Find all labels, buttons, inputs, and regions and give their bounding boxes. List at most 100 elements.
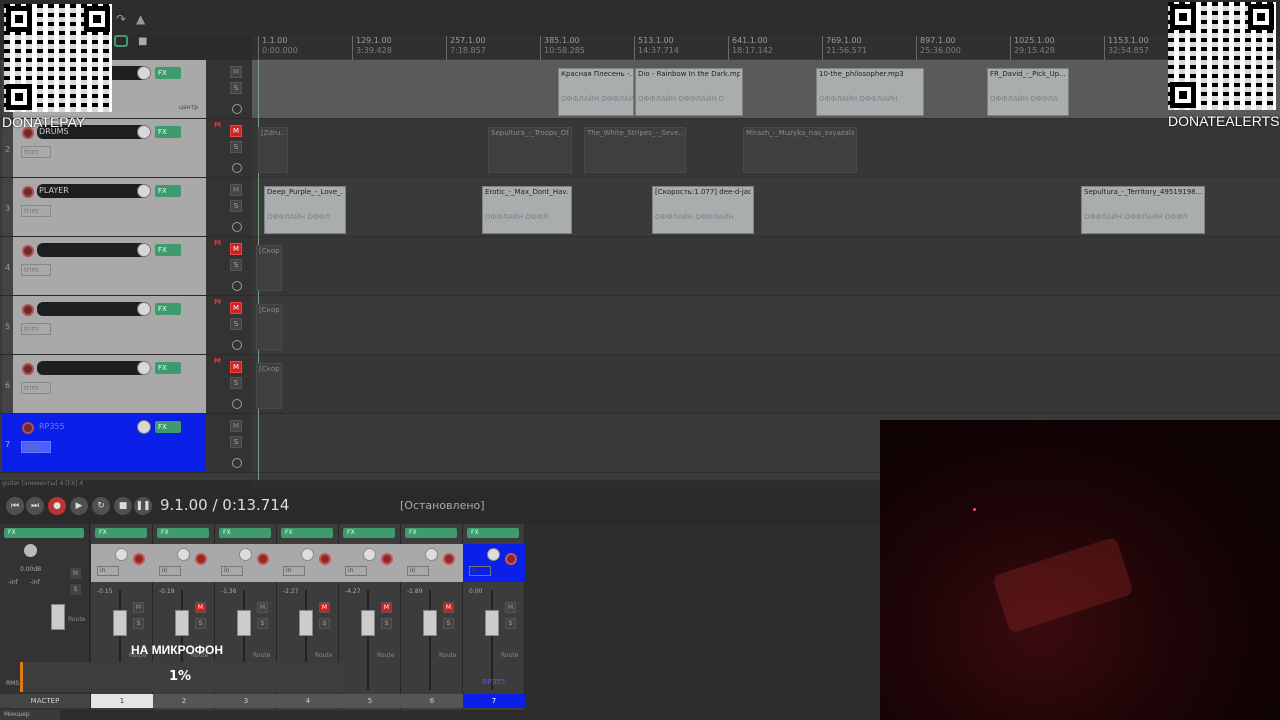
trim-button[interactable]: trim <box>21 146 51 158</box>
strip-record-arm-button[interactable] <box>195 553 207 565</box>
input-selector[interactable]: in <box>97 566 119 576</box>
route-button[interactable]: Route <box>501 652 518 659</box>
volume-fader[interactable] <box>237 610 251 636</box>
phase-icon[interactable] <box>232 222 242 232</box>
go-end-button[interactable]: ⏭ <box>26 497 44 515</box>
strip-solo-button[interactable]: S <box>133 618 144 629</box>
play-button[interactable]: ▶ <box>70 497 88 515</box>
volume-knob[interactable] <box>137 125 151 139</box>
strip-solo-button[interactable]: S <box>443 618 454 629</box>
trim-button[interactable]: trim <box>21 264 51 276</box>
input-selector[interactable]: in <box>283 566 305 576</box>
input-selector[interactable]: in <box>345 566 367 576</box>
fx-button[interactable]: FX <box>155 362 181 374</box>
volume-fader[interactable] <box>113 610 127 636</box>
mute-button[interactable]: M <box>230 420 242 432</box>
strip-fx-button[interactable]: FX <box>281 528 333 538</box>
media-item[interactable]: Красная Плесень -... ОФФЛАЙН ОФФЛАЙН <box>558 68 639 116</box>
phase-icon[interactable] <box>232 104 242 114</box>
pan-knob[interactable] <box>177 548 190 561</box>
fx-button[interactable]: FX <box>155 67 181 79</box>
strip-record-arm-button[interactable] <box>443 553 455 565</box>
phase-icon[interactable] <box>232 340 242 350</box>
master-mute-button[interactable]: M <box>70 568 81 579</box>
lock-icon[interactable]: ■ <box>138 36 147 47</box>
fx-button[interactable]: FX <box>155 185 181 197</box>
record-button[interactable]: ● <box>48 497 66 515</box>
volume-fader[interactable] <box>175 610 189 636</box>
strip-number[interactable]: 2 <box>153 694 215 708</box>
trim-button[interactable]: trim <box>21 382 51 394</box>
volume-fader[interactable] <box>299 610 313 636</box>
track-6[interactable]: 6 FX trim M M S <box>0 355 252 414</box>
volume-knob[interactable] <box>137 361 151 375</box>
strip-mute-button[interactable]: M <box>505 602 516 613</box>
media-item[interactable]: FR_David_-_Pick_Up... ОФФЛАЙН ОФФЛА <box>987 68 1069 116</box>
strip-number[interactable]: 1 <box>91 694 153 708</box>
strip-number[interactable]: 3 <box>215 694 277 708</box>
fx-button[interactable]: FX <box>155 421 181 433</box>
master-route-label[interactable]: Route <box>68 616 85 623</box>
solo-button[interactable]: S <box>230 259 242 271</box>
strip-number[interactable]: 7 <box>463 694 525 708</box>
fx-button[interactable]: FX <box>155 126 181 138</box>
input-selector[interactable]: in <box>159 566 181 576</box>
media-item[interactable]: 10-the_philosopher.mp3 ОФФЛАЙН ОФФЛАЙН <box>816 68 924 116</box>
strip-fx-button[interactable]: FX <box>219 528 271 538</box>
track-panel[interactable]: FX trim <box>13 237 206 295</box>
pan-knob[interactable] <box>239 548 252 561</box>
timeline-ruler[interactable]: 1.1.00 0:00.000 129.1.00 3:39.428 257.1.00 7:… <box>252 36 1280 60</box>
mute-button[interactable]: M <box>230 66 242 78</box>
mute-button[interactable]: M <box>230 302 242 314</box>
volume-knob[interactable] <box>137 66 151 80</box>
volume-knob[interactable] <box>137 302 151 316</box>
media-item[interactable]: Erotic_-_Max_Dont_Hav... ОФФЛАЙН ОФФЛ <box>482 186 572 234</box>
track-name[interactable] <box>37 243 149 257</box>
strip-fx-button[interactable]: FX <box>405 528 457 538</box>
repeat-button[interactable]: ↻ <box>92 497 110 515</box>
strip-number[interactable]: 4 <box>277 694 339 708</box>
input-selector[interactable]: in <box>407 566 429 576</box>
volume-knob[interactable] <box>137 184 151 198</box>
media-item[interactable]: [Скорость:1.077] dee-d-jac... ОФФЛАЙН ОФФ… <box>652 186 754 234</box>
strip-mute-button[interactable]: M <box>133 602 144 613</box>
media-item[interactable]: Sepultura_-_Territory_49519198... ОФФЛАЙН… <box>1081 186 1205 234</box>
track-name[interactable] <box>37 302 149 316</box>
strip-record-arm-button[interactable] <box>505 553 517 565</box>
volume-fader[interactable] <box>485 610 499 636</box>
phase-icon[interactable] <box>232 399 242 409</box>
record-arm-button[interactable] <box>22 363 34 375</box>
pan-knob[interactable] <box>487 548 500 561</box>
strip-solo-button[interactable]: S <box>505 618 516 629</box>
record-arm-button[interactable] <box>22 245 34 257</box>
fx-button[interactable]: FX <box>155 244 181 256</box>
route-button[interactable]: Route <box>253 652 270 659</box>
solo-button[interactable]: S <box>230 377 242 389</box>
record-arm-button[interactable] <box>22 304 34 316</box>
stop-button[interactable]: ■ <box>114 497 132 515</box>
media-item[interactable]: Deep_Purple_-_Love_... ОФФЛАЙН ОФФЛ <box>264 186 346 234</box>
record-arm-button[interactable] <box>22 422 34 434</box>
strip-fx-button[interactable]: FX <box>467 528 519 538</box>
volume-knob[interactable] <box>137 243 151 257</box>
master-solo-button[interactable]: S <box>70 584 81 595</box>
track-4[interactable]: 4 FX trim M M S <box>0 237 252 296</box>
input-selector[interactable]: in <box>221 566 243 576</box>
loop-icon[interactable] <box>114 35 128 47</box>
strip-record-arm-button[interactable] <box>257 553 269 565</box>
phase-icon[interactable] <box>232 458 242 468</box>
strip-mute-button[interactable]: M <box>319 602 330 613</box>
media-item[interactable]: [Скор... <box>256 245 282 291</box>
solo-button[interactable]: S <box>230 436 242 448</box>
strip-mute-button[interactable]: M <box>195 602 206 613</box>
trim-button[interactable]: trim <box>21 441 51 453</box>
record-arm-button[interactable] <box>22 186 34 198</box>
redo-icon[interactable]: ↷ <box>116 12 126 26</box>
mixer-tab[interactable]: Микшер <box>0 710 60 720</box>
trim-button[interactable]: trim <box>21 205 51 217</box>
mute-button[interactable]: M <box>230 184 242 196</box>
master-fx-button[interactable]: FX <box>4 528 84 538</box>
strip-record-arm-button[interactable] <box>319 553 331 565</box>
strip-fx-button[interactable]: FX <box>95 528 147 538</box>
solo-button[interactable]: S <box>230 82 242 94</box>
